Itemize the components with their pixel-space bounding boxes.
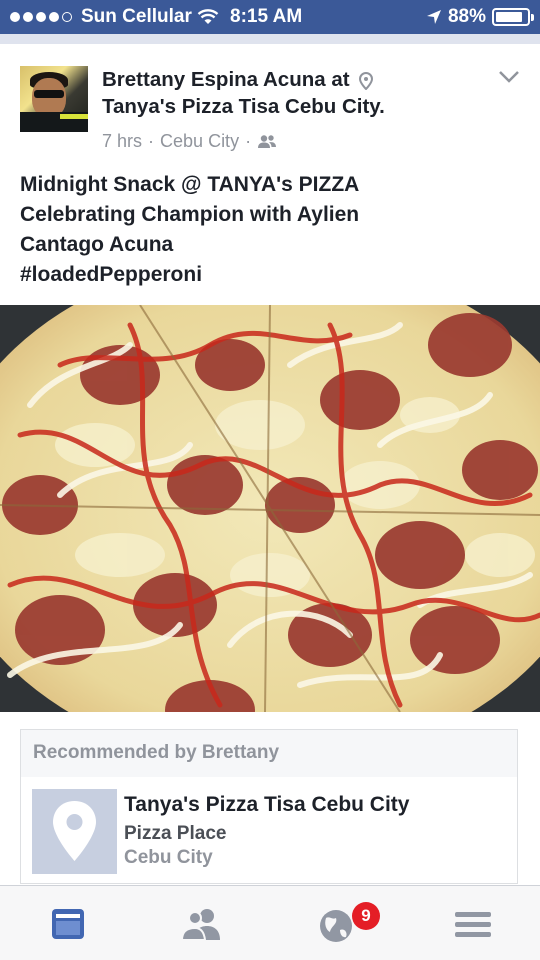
at-word: at [331,68,350,91]
location-arrow-icon [426,10,441,24]
location-pin-icon [359,71,374,90]
feed-divider [0,34,540,44]
status-bar: Sun Cellular 8:15 AM 88% [0,0,540,34]
author-name-link[interactable]: Brettany Espina Acuna [102,68,326,91]
meta-separator-2: · [245,131,252,151]
place-name-link[interactable]: Tanya's Pizza Tisa Cebu City [124,793,409,817]
post-time[interactable]: 7 hrs [102,131,142,152]
battery-percent: 88% [447,6,486,27]
meta-separator: · [148,131,155,151]
author-avatar[interactable] [20,66,88,132]
hashtag-link[interactable]: #loadedPepperoni [20,260,520,290]
map-pin-icon [53,801,96,861]
friends-icon [180,909,220,941]
friends-audience-icon[interactable] [257,134,277,150]
post-title: Brettany Espina Acuna at Tanya's Pizza T… [102,66,492,120]
place-link[interactable]: Tanya's Pizza Tisa Cebu City. [102,95,385,118]
carrier-group: Sun Cellular [10,6,219,28]
tab-more[interactable] [451,904,495,944]
post-text: Midnight Snack @ TANYA's PIZZA Celebrati… [20,170,520,290]
post-options-chevron-icon[interactable] [498,70,520,84]
place-city: Cebu City [124,847,213,868]
battery-icon [492,8,534,26]
post-photo[interactable] [0,305,540,712]
signal-strength-icon [10,12,72,22]
recommendation-header: Recommended by Brettany [33,742,280,763]
status-right: 88% [426,6,534,28]
place-thumbnail [32,789,117,874]
place-category: Pizza Place [124,823,227,844]
post-location[interactable]: Cebu City [160,131,239,152]
bottom-tab-bar [0,885,540,960]
wifi-icon [197,9,219,24]
post-text-line: Celebrating Champion with Aylien [20,203,360,226]
carrier-name: Sun Cellular [81,6,192,27]
tab-friends[interactable] [180,904,224,944]
post-text-line: Cantago Acuna [20,233,174,256]
recommendation-card[interactable]: Recommended by Brettany Tanya's Pizza Ti… [20,729,518,884]
clock: 8:15 AM [230,6,303,27]
news-feed-icon [52,909,84,939]
pizza-photo-image [0,305,540,712]
post-meta: 7 hrs · Cebu City · [102,131,277,152]
menu-icon [455,912,491,937]
post-text-line: Midnight Snack @ TANYA's PIZZA [20,173,360,196]
notification-count-badge: 9 [352,902,380,930]
place-attachment[interactable]: Tanya's Pizza Tisa Cebu City Pizza Place… [21,777,517,883]
tab-news-feed[interactable] [46,904,90,944]
